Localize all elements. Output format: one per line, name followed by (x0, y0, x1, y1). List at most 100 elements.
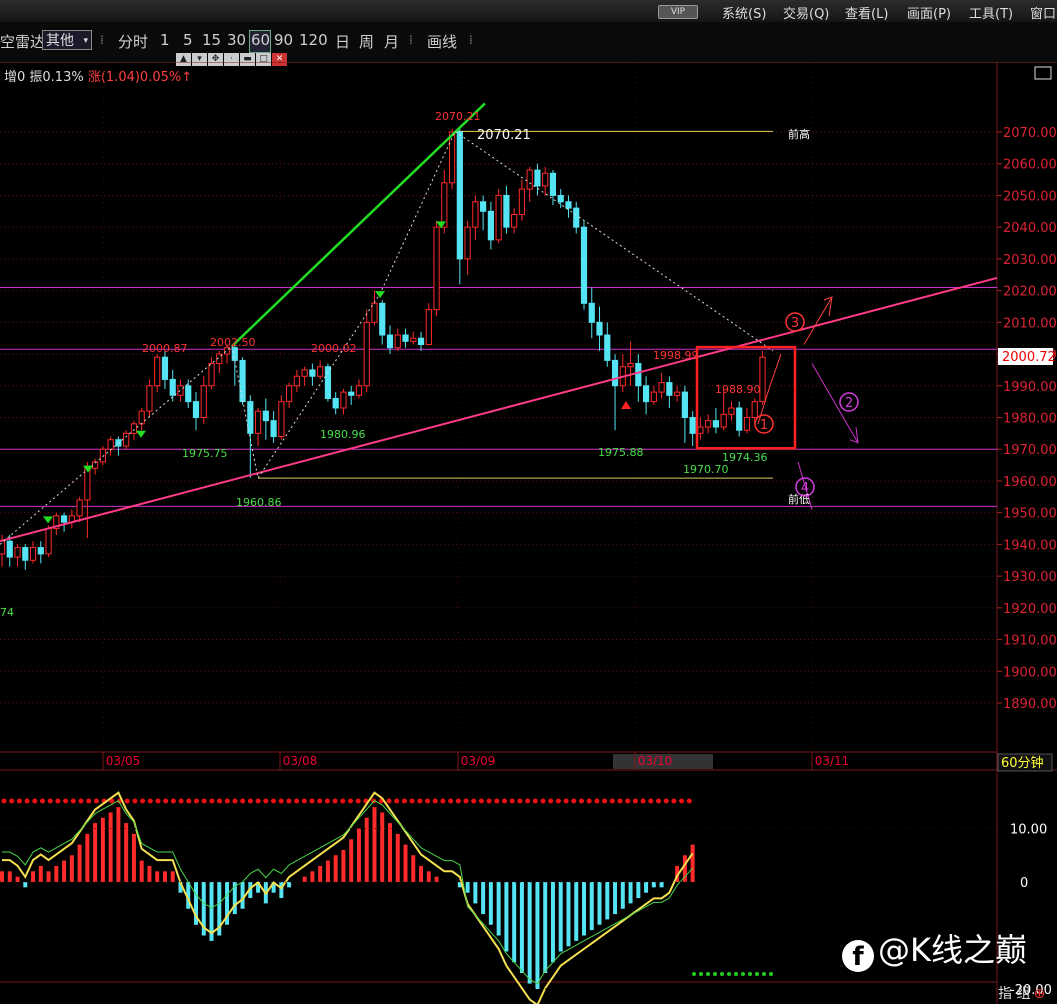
candle-body (705, 420, 712, 428)
x-tick-label: 03/11 (815, 754, 850, 768)
price-annotation: 74 (0, 606, 14, 619)
candle-body (293, 375, 300, 387)
candle-body (580, 226, 588, 304)
candle-body (138, 410, 145, 425)
candle-body (309, 369, 316, 377)
y-tick-label: 1930.00 (1003, 570, 1057, 585)
menu-tools[interactable]: 工具(T) (969, 3, 1013, 22)
candle-body (681, 391, 688, 418)
price-annotation: 1980.96 (320, 428, 366, 441)
signal-dot (706, 972, 710, 976)
y-tick-label: 1960.00 (1003, 475, 1057, 490)
y-tick-label: 1950.00 (1003, 507, 1057, 522)
signal-dot (47, 798, 53, 804)
period-15[interactable]: 15 (202, 31, 221, 49)
menu-view[interactable]: 查看(L) (845, 3, 888, 22)
signal-dot (386, 798, 392, 804)
brand-watermark: f @K线之巅 (842, 925, 1027, 972)
period-1[interactable]: 1 (160, 31, 170, 49)
signal-dot (271, 798, 276, 804)
candle-body (759, 356, 766, 403)
price-annotation: 1988.90 (715, 383, 761, 396)
period-30[interactable]: 30 (227, 31, 246, 49)
price-annotation: 1960.86 (236, 496, 282, 509)
period-week[interactable]: 周 (359, 31, 374, 52)
candle-body (627, 363, 634, 368)
period-5[interactable]: 5 (183, 31, 193, 49)
macd-y-label: 0 (1020, 876, 1028, 891)
candle-body (495, 194, 502, 241)
signal-dot (448, 798, 454, 804)
buy-signal-icon (136, 430, 146, 438)
y-tick-label: 2040.00 (1003, 221, 1057, 236)
menu-screen[interactable]: 画面(P) (907, 3, 951, 22)
signal-dot (625, 798, 631, 804)
candle-body (410, 337, 417, 342)
signal-dot (579, 798, 584, 804)
signal-dot (201, 798, 207, 804)
x-tick-label: 03/05 (106, 754, 141, 768)
period-90[interactable]: 90 (274, 31, 293, 49)
add-icon[interactable]: ⊕ (1033, 986, 1045, 1002)
radar-label[interactable]: 空雷达 (0, 31, 45, 52)
candle-body (456, 131, 463, 260)
signal-dot (734, 972, 738, 976)
indicator-select[interactable]: 其他 ▾ (42, 30, 92, 50)
separator-icon: ⁞ (409, 33, 413, 47)
signal-dot (16, 798, 22, 804)
signal-dot (494, 798, 500, 804)
price-annotation: 2070.21 (477, 128, 531, 143)
candle-body (60, 515, 68, 523)
candle-body (425, 309, 432, 346)
candle-body (270, 420, 277, 438)
candle-body (22, 547, 29, 561)
step-marker: 1 (760, 418, 768, 433)
candle-body (487, 210, 494, 241)
period-60[interactable]: 60 (251, 31, 270, 49)
signal-dot (70, 798, 76, 804)
candle-body (278, 401, 285, 438)
separator-icon: ⁞ (469, 33, 473, 47)
signal-dot (686, 798, 692, 804)
candle-body (146, 385, 153, 412)
candle-body (534, 169, 541, 187)
sell-signal-icon (621, 400, 631, 409)
signal-dot (762, 972, 766, 976)
candle-body (355, 385, 363, 396)
menu-window[interactable]: 窗口 (1030, 3, 1056, 22)
y-tick-label: 1890.00 (1003, 697, 1057, 712)
candle-body (107, 439, 114, 450)
pane-toggle-icon[interactable] (1034, 66, 1052, 80)
y-tick-label: 1970.00 (1003, 443, 1057, 458)
candle-body (84, 467, 91, 501)
menu-trade[interactable]: 交易(Q) (783, 3, 829, 22)
candle-body (37, 547, 44, 555)
signal-dot (301, 798, 307, 804)
candle-body (200, 385, 207, 418)
signal-dot (401, 798, 407, 804)
chart-area: 60分钟 2070.00 2060.00 2050.00 2040.00 2030.00… (0, 62, 1057, 1004)
period-120[interactable]: 120 (299, 31, 328, 49)
period-intraday[interactable]: 分时 (118, 31, 148, 52)
candle-body (503, 194, 510, 228)
draw-line-button[interactable]: 画线 (427, 31, 457, 52)
top-menu-bar: VIP 系统(S) 交易(Q) 查看(L) 画面(P) 工具(T) 窗口 (0, 0, 1057, 23)
period-day[interactable]: 日 (335, 31, 350, 52)
candle-body (697, 426, 704, 434)
candle-body (542, 172, 549, 187)
signal-dot (93, 798, 99, 804)
signal-dot (586, 798, 592, 804)
y-tick-label: 2010.00 (1003, 316, 1057, 331)
menu-system[interactable]: 系统(S) (722, 3, 766, 22)
candle-body (611, 359, 619, 387)
period-month[interactable]: 月 (384, 31, 399, 52)
signal-dot (324, 798, 330, 804)
vip-badge[interactable]: VIP (658, 5, 698, 19)
signal-dot (679, 798, 685, 804)
signal-dot (9, 798, 15, 804)
price-annotation: 1970.70 (683, 463, 729, 476)
signal-dot (355, 798, 361, 804)
price-annotation: 1975.88 (598, 446, 644, 459)
brand-text: @K线之巅 (878, 931, 1027, 969)
candle-body (161, 356, 169, 380)
